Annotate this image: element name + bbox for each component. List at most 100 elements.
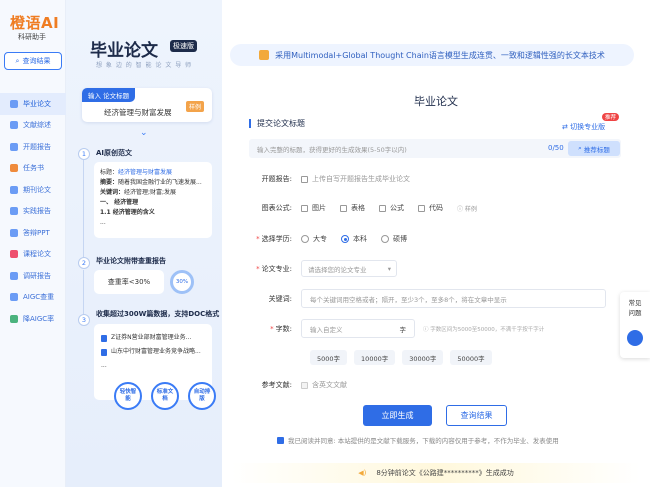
step-connector <box>83 160 84 260</box>
table-checkbox[interactable] <box>340 204 347 212</box>
degree-option-bachelor: 本科 <box>353 235 367 243</box>
outline-heading-1: 一、 经济管理 <box>100 199 139 206</box>
sidebar-item-journal[interactable]: 期刊论文 <box>0 179 66 201</box>
notice-bar: ◀) 8分钟前论文《公路建**********》生成成功 <box>232 463 640 483</box>
wordcount-chip-10000[interactable]: 10000字 <box>354 350 396 365</box>
formula-checkbox[interactable] <box>379 204 386 212</box>
section-title: 提交论文标题 <box>249 119 305 128</box>
sidebar-item-task-book[interactable]: 任务书 <box>0 158 66 180</box>
logo-subtitle: 科研助手 <box>18 33 46 41</box>
sidebar-item-label: 实践报告 <box>23 207 51 216</box>
sidebar-item-aigc-check[interactable]: AIGC查重 <box>0 287 66 309</box>
sidebar-item-literature-review[interactable]: 文献综述 <box>0 115 66 137</box>
sidebar-item-label: 降AIGC率 <box>23 314 55 323</box>
wordcount-chip-50000[interactable]: 50000字 <box>450 350 492 365</box>
outline-abstract-value: 随着我国金融行业的飞速发展... <box>118 179 202 186</box>
table-option: 表格 <box>351 204 365 212</box>
refs-row: 参考文献: 含英文文献 <box>222 380 347 390</box>
outline-abstract-label: 摘要： <box>100 179 119 186</box>
degree-radio-master-phd[interactable] <box>381 235 389 243</box>
sidebar-item-label: 调研报告 <box>23 271 51 280</box>
sidebar-item-defense-ppt[interactable]: 答辩PPT <box>0 222 66 244</box>
english-refs-checkbox[interactable] <box>301 381 308 389</box>
example-tag: 样例 <box>185 101 204 112</box>
wordcount-unit: 字 <box>399 325 407 334</box>
step-3-number: 3 <box>78 314 90 326</box>
info-icon: ⓘ <box>457 205 465 213</box>
sidebar-item-proposal[interactable]: 开题报告 <box>0 136 66 158</box>
word-doc-icon <box>101 334 107 342</box>
document-icon <box>10 121 18 130</box>
wordcount-chip-30000[interactable]: 30000字 <box>402 350 444 365</box>
document-item: Z证券N营业部财富管理业务... <box>111 334 192 341</box>
major-label: * 论文专业: <box>256 264 292 273</box>
degree-radio-associate[interactable] <box>301 235 309 243</box>
wordcount-chip-5000[interactable]: 5000字 <box>310 350 348 365</box>
step-2-number: 2 <box>78 257 90 269</box>
report-icon <box>10 142 18 151</box>
ppt-icon <box>10 228 18 237</box>
swap-icon: ⇄ <box>562 123 571 131</box>
sidebar-item-practice-report[interactable]: 实践报告 <box>0 201 66 223</box>
charts-label: 图表公式: <box>261 204 292 212</box>
proposal-row: 开题报告: 上传自写开题报告生成毕业论文 <box>222 174 410 184</box>
sidebar: 橙语AI 科研助手 ⌕ 查询结果 毕业论文 文献综述 开题报告 任务书 期刊论文… <box>0 0 66 487</box>
sidebar-item-label: 毕业论文 <box>23 99 51 108</box>
outline-card: 标题：经济管理与财富发展 摘要：随着我国金融行业的飞速发展... 关键词：经济管… <box>94 162 212 238</box>
feature-badge-layout: 自动排版 <box>188 382 216 410</box>
switch-pro-link[interactable]: ⇄ 切换专业版 <box>562 122 605 132</box>
major-select[interactable]: 请选择您的论文专业 ▾ <box>301 260 397 277</box>
code-option: 代码 <box>429 204 443 212</box>
sidebar-item-course-paper[interactable]: 课程论文 <box>0 244 66 266</box>
sidebar-query-button[interactable]: ⌕ 查询结果 <box>4 52 62 70</box>
wordcount-row: * 字数: 输入自定义 字 ⓘ 字数区间为5000至50000，不满千字按千字计 <box>222 319 544 338</box>
sidebar-item-survey-report[interactable]: 调研报告 <box>0 265 66 287</box>
sidebar-item-label: 答辩PPT <box>23 228 50 237</box>
degree-radio-bachelor[interactable] <box>341 235 349 243</box>
sidebar-item-label: 开题报告 <box>23 142 51 151</box>
sidebar-query-label: 查询结果 <box>22 57 51 65</box>
keywords-input[interactable]: 每个关键词用空格或者；隔开，至少3个，至多8个，将在文章中显示 <box>301 289 606 308</box>
sidebar-item-label: 任务书 <box>23 164 44 173</box>
agreement-row: 我已阅读并同意: 本站提供的是文献下载服务，下载的内容仅用于参考，不作为毕业、发… <box>277 435 559 445</box>
degree-option-master-phd: 硕博 <box>393 235 407 243</box>
step-1-number: 1 <box>78 148 90 160</box>
major-placeholder: 请选择您的论文专业 <box>308 265 367 274</box>
degree-label: * 选择学历: <box>256 235 292 243</box>
keywords-label: 关键词: <box>268 294 292 303</box>
outline-title-label: 标题： <box>100 169 119 176</box>
aigc-reduce-icon <box>10 314 18 323</box>
customer-service-icon[interactable] <box>627 330 643 346</box>
proposal-checkbox[interactable] <box>301 175 308 183</box>
sample-link[interactable]: ⓘ 样例 <box>457 204 477 213</box>
promo-badge: 极速版 <box>170 40 197 52</box>
wordcount-chips: 5000字 10000字 30000字 50000字 <box>310 350 499 365</box>
code-checkbox[interactable] <box>418 204 425 212</box>
promo-panel: 毕业论文 极速版 想 象 边 的 智 能 论 文 导 师 输入 论文标题 经济管… <box>66 0 222 487</box>
search-icon: ⌕ <box>15 56 20 65</box>
major-row: * 论文专业: 请选择您的论文专业 ▾ <box>222 260 397 277</box>
title-input[interactable]: 输入完整的标题，获得更好的生成效果(5-50字以内) <box>249 139 621 158</box>
refs-label: 参考文献: <box>261 381 292 389</box>
sidebar-item-label: 课程论文 <box>23 250 51 259</box>
agreement-checkbox[interactable] <box>277 436 284 444</box>
step-3-title: 收集超过300W篇数据，支持DOC格式 <box>96 310 220 318</box>
sidebar-item-thesis[interactable]: 毕业论文 <box>0 93 66 115</box>
promo-title: 毕业论文 <box>90 41 158 61</box>
sidebar-item-aigc-reduce[interactable]: 降AIGC率 <box>0 308 66 330</box>
promo-input-value: 经济管理与财富发展 <box>104 108 172 117</box>
generate-button[interactable]: 立即生成 <box>363 405 432 426</box>
wordcount-label: * 字数: <box>270 324 292 333</box>
sample-link-label: 样例 <box>464 205 477 213</box>
wordcount-input[interactable]: 输入自定义 字 <box>301 319 415 338</box>
faq-link[interactable]: 常见问题 <box>626 298 644 318</box>
query-results-button[interactable]: 查询结果 <box>446 405 507 426</box>
image-checkbox[interactable] <box>301 204 308 212</box>
image-option: 图片 <box>312 204 326 212</box>
tech-banner: 采用Multimodal+Global Thought Chain语言模型生成连… <box>230 44 634 66</box>
logo-title: 橙语AI <box>10 14 60 32</box>
tech-banner-text: 采用Multimodal+Global Thought Chain语言模型生成连… <box>275 50 605 60</box>
graduation-cap-icon <box>10 99 18 108</box>
recommend-title-button[interactable]: ⌕ 推荐标题 <box>568 141 620 156</box>
step-1-title: AI原创范文 <box>96 149 133 157</box>
